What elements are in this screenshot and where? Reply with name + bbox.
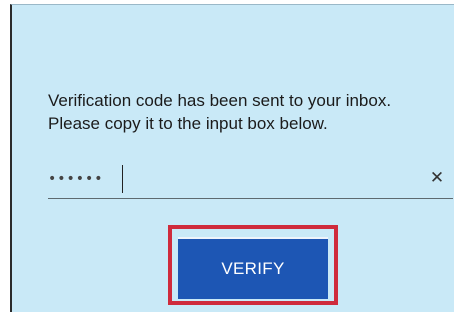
verification-message: Verification code has been sent to your … [48,89,454,135]
text-caret [122,165,123,193]
verification-panel: Verification code has been sent to your … [10,4,454,312]
message-line-2: Please copy it to the input box below. [48,114,328,133]
verification-code-input[interactable] [48,163,408,195]
verify-button-highlight: VERIFY [168,225,338,305]
verify-button[interactable]: VERIFY [178,237,328,299]
verification-code-field: ✕ [48,159,453,199]
close-icon[interactable]: ✕ [429,167,445,189]
message-line-1: Verification code has been sent to your … [48,91,392,110]
